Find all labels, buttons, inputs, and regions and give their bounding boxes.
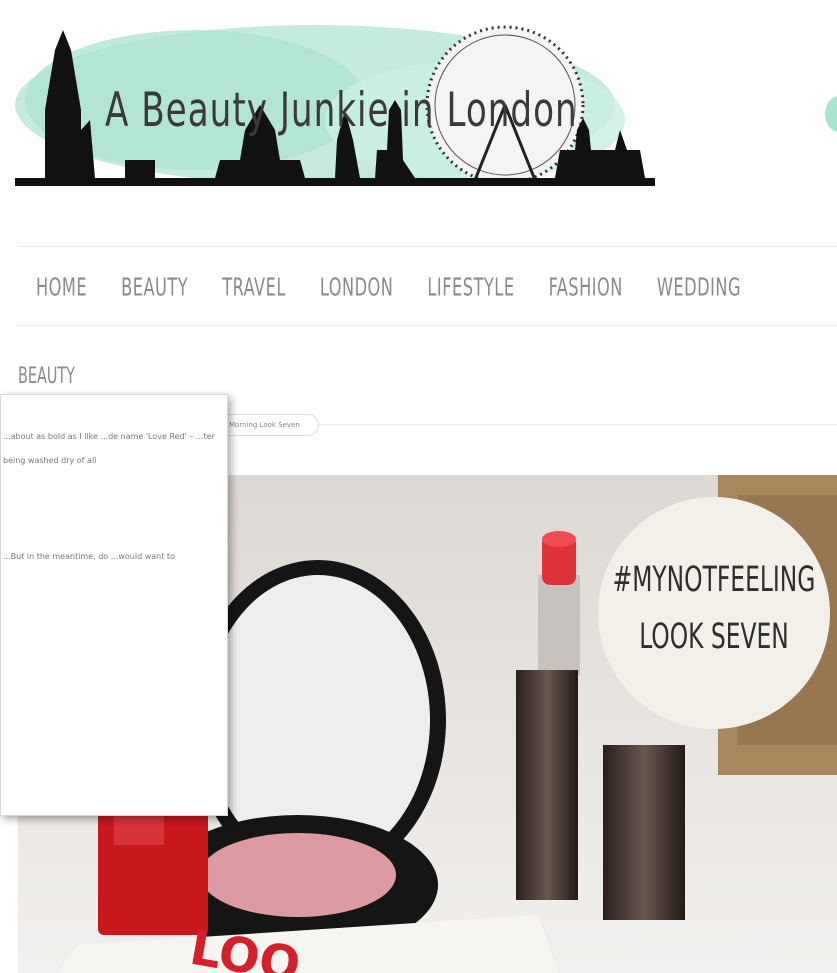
post-badge: #MYNOTFEELING LOOK SEVEN <box>598 497 830 729</box>
nav-item-travel[interactable]: TRAVEL <box>222 273 286 302</box>
nav-item-home[interactable]: HOME <box>36 273 87 302</box>
popup-panel[interactable]: ...about as bold as I like ...de name 'L… <box>0 394 228 816</box>
site-header: A Beauty Junkie in London <box>0 0 837 220</box>
popup-paragraph: ...about as bold as I like ...de name 'L… <box>3 432 215 465</box>
site-logo-banner[interactable]: A Beauty Junkie in London <box>15 10 655 200</box>
nav-item-london[interactable]: LONDON <box>320 273 394 302</box>
social-icon[interactable] <box>825 96 837 132</box>
nav-item-beauty[interactable]: BEAUTY <box>121 273 188 302</box>
site-title: A Beauty Junkie in London <box>105 82 578 137</box>
nav-item-lifestyle[interactable]: LIFESTYLE <box>427 273 514 302</box>
category-label[interactable]: BEAUTY <box>18 362 75 389</box>
main-nav: HOME BEAUTY TRAVEL LONDON LIFESTYLE FASH… <box>18 246 837 326</box>
badge-hashtag: #MYNOTFEELING <box>612 559 816 601</box>
badge-title: LOOK SEVEN <box>639 616 789 658</box>
popup-paragraph: ...But in the meantime, do ...would want… <box>3 552 175 561</box>
nav-item-fashion[interactable]: FASHION <box>549 273 623 302</box>
breadcrumb[interactable]: Morning Look Seven <box>216 414 319 436</box>
nav-item-wedding[interactable]: WEDDING <box>657 273 741 302</box>
